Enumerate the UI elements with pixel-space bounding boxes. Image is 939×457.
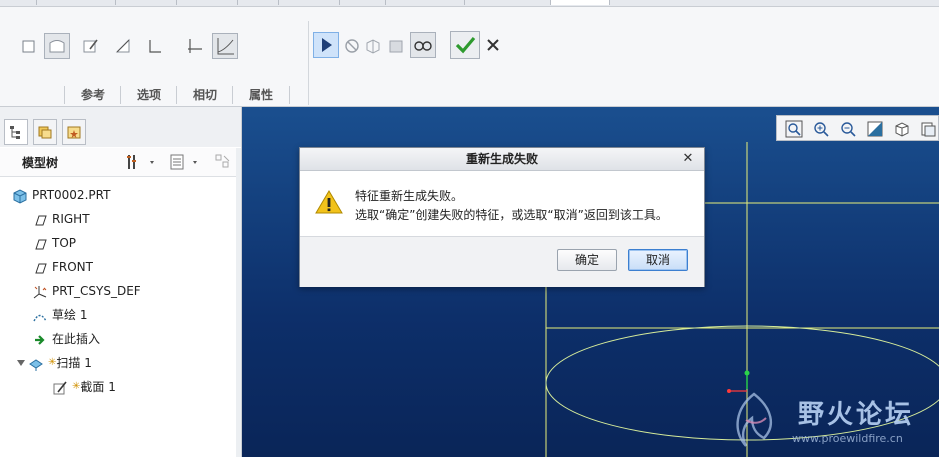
constant-section-icon[interactable] (186, 37, 204, 55)
tree-filter-icon[interactable] (169, 153, 205, 174)
tree-item-label: 在此插入 (52, 332, 101, 346)
ribbon-tab-strip (0, 0, 939, 7)
tree-item-part[interactable]: PRT0002.PRT (12, 185, 110, 205)
ribbon-tab[interactable] (279, 0, 340, 5)
datum-plane-icon (32, 212, 48, 228)
tree-scrollbar[interactable] (236, 148, 241, 457)
tree-item-label: 扫描 1 (56, 356, 92, 370)
group-label-tangency[interactable]: 相切 (176, 86, 233, 104)
insert-arrow-icon (32, 332, 48, 348)
watermark-title: 野火论坛 (798, 400, 915, 430)
ribbon-tab[interactable] (177, 0, 238, 5)
variable-section-icon[interactable] (212, 33, 238, 59)
solid-icon[interactable] (20, 37, 38, 55)
view-manager-icon[interactable] (919, 120, 937, 138)
panel-tabs (0, 107, 241, 147)
zoom-out-icon[interactable] (839, 120, 857, 138)
warning-icon (314, 189, 344, 218)
dialog-body: 特征重新生成失败。 选取“确定”创建失败的特征，或选取“取消”返回到该工具。 (300, 171, 704, 235)
section-icon (52, 380, 68, 396)
tree-item-label: PRT0002.PRT (32, 188, 111, 202)
ribbon-tab[interactable] (116, 0, 177, 5)
group-label-reference[interactable]: 参考 (64, 86, 121, 104)
sketch-icon (32, 308, 48, 324)
tab-folder-browser[interactable] (33, 119, 57, 145)
dialog-footer: 确定 取消 (300, 236, 704, 287)
tree-item-label: TOP (52, 236, 77, 250)
close-icon[interactable]: ✕ (680, 149, 696, 169)
model-tree-panel: 模型树 PRT0002.PRT RIGHT TOP FRONT PRT_CSYS… (0, 107, 242, 457)
surface-icon[interactable] (44, 33, 70, 59)
forum-watermark: 野火论坛 www.proewildfire.cn (720, 382, 939, 457)
ribbon: 参考 选项 相切 属性 (0, 7, 939, 107)
thicken-icon[interactable] (146, 37, 164, 55)
tree-settings-icon[interactable] (126, 153, 156, 174)
ribbon-tab[interactable] (465, 0, 551, 5)
view-toolbar (776, 115, 939, 141)
dialog-title: 重新生成失败 (300, 148, 704, 171)
ribbon-separator (308, 21, 309, 105)
tree-item-csys[interactable]: PRT_CSYS_DEF (32, 281, 141, 301)
cancel-button[interactable]: 取消 (628, 249, 688, 271)
tree-item-section[interactable]: ✳截面 1 (52, 377, 116, 397)
ribbon-tab[interactable] (386, 0, 465, 5)
remove-material-icon[interactable] (114, 37, 132, 55)
tree-item-label: 截面 1 (80, 380, 116, 394)
ribbon-tab[interactable] (238, 0, 279, 5)
ribbon-tab[interactable] (37, 0, 116, 5)
tree-item-right[interactable]: RIGHT (32, 209, 90, 229)
tree-header: 模型树 (0, 148, 241, 177)
preview-feature-icon[interactable] (387, 37, 405, 55)
group-label-properties[interactable]: 属性 (232, 86, 290, 104)
part-icon (12, 188, 28, 204)
tree-item-label: RIGHT (52, 212, 90, 226)
tree-item-label: 草绘 1 (52, 308, 88, 322)
dialog-message-line2: 选取“确定”创建失败的特征，或选取“取消”返回到该工具。 (355, 208, 668, 222)
tree-title: 模型树 (22, 156, 59, 170)
tree-item-top[interactable]: TOP (32, 233, 76, 253)
sketch-edit-icon[interactable] (82, 37, 100, 55)
tab-model-tree[interactable] (4, 119, 28, 145)
ribbon-tab[interactable] (0, 0, 37, 5)
preview-geometry-icon[interactable] (364, 37, 382, 55)
sweep-icon (28, 356, 44, 372)
cancel-x-icon[interactable] (484, 36, 502, 54)
pause-resume-icon[interactable] (313, 32, 339, 58)
tree-item-sweep[interactable]: ✳扫描 1 (16, 353, 92, 373)
saved-orientations-icon[interactable] (893, 120, 911, 138)
zoom-in-icon[interactable] (812, 120, 830, 138)
ribbon-tab-active[interactable] (551, 0, 610, 5)
tree-item-front[interactable]: FRONT (32, 257, 93, 277)
watermark-url: www.proewildfire.cn (792, 432, 903, 445)
flame-logo-icon (736, 392, 773, 447)
no-preview-icon[interactable] (343, 37, 361, 55)
group-label-options[interactable]: 选项 (120, 86, 177, 104)
refit-icon[interactable] (785, 120, 803, 138)
tree-item-insert-here[interactable]: 在此插入 (32, 329, 100, 349)
datum-plane-icon (32, 260, 48, 276)
csys-icon (32, 284, 48, 300)
repaint-icon[interactable] (866, 120, 884, 138)
dialog-message-line1: 特征重新生成失败。 (355, 189, 464, 203)
verify-glasses-icon[interactable] (410, 32, 436, 58)
ok-button[interactable]: 确定 (557, 249, 617, 271)
ok-check-icon[interactable] (450, 31, 480, 59)
ribbon-tab[interactable] (340, 0, 386, 5)
tree-item-label: PRT_CSYS_DEF (52, 284, 141, 298)
datum-plane-icon (32, 236, 48, 252)
tree-item-label: FRONT (52, 260, 93, 274)
tree-show-icon[interactable] (214, 153, 234, 174)
regeneration-failed-dialog: 重新生成失败 ✕ 特征重新生成失败。 选取“确定”创建失败的特征，或选取“取消”… (299, 147, 705, 287)
collapse-triangle-icon[interactable] (16, 354, 28, 374)
tree-item-sketch[interactable]: 草绘 1 (32, 305, 87, 325)
tab-favorites[interactable] (62, 119, 86, 145)
